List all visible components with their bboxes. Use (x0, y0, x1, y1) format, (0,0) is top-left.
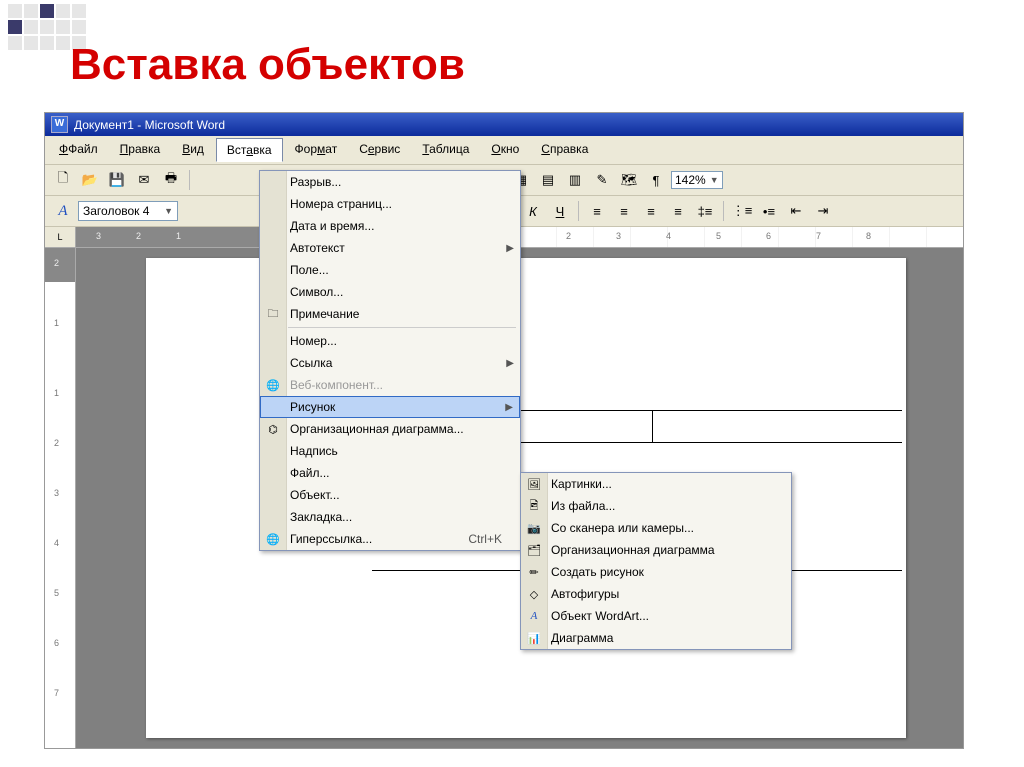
web-component-icon: 🌐 (264, 376, 282, 394)
italic-icon[interactable]: К (521, 199, 545, 223)
menu-item-symbol[interactable]: Символ... (260, 281, 520, 303)
save-icon[interactable]: 💾 (105, 168, 129, 192)
menu-item-object[interactable]: Объект... (260, 484, 520, 506)
menu-help[interactable]: Справка (531, 138, 598, 162)
excel-icon[interactable]: ▤ (536, 168, 560, 192)
menu-format[interactable]: Формат (285, 138, 348, 162)
menu-item-autotext[interactable]: Автотекст▶ (260, 237, 520, 259)
submenu-item-org-chart[interactable]: 🗂 Организационная диаграмма (521, 539, 791, 561)
menu-item-field[interactable]: Поле... (260, 259, 520, 281)
line-spacing-icon[interactable]: ‡≡ (693, 199, 717, 223)
org-chart-icon: 🗂 (525, 541, 543, 559)
columns-icon[interactable]: ▥ (563, 168, 587, 192)
org-chart-icon: ⌬ (264, 420, 282, 438)
decrease-indent-icon[interactable]: ⇤ (784, 199, 808, 223)
chevron-right-icon: ▶ (506, 243, 514, 254)
zoom-combo[interactable]: 142% ▼ (671, 171, 723, 189)
chevron-right-icon: ▶ (506, 358, 514, 369)
menu-service[interactable]: Сервис (349, 138, 410, 162)
menu-item-reference[interactable]: Ссылка▶ (260, 352, 520, 374)
window-title: Документ1 - Microsoft Word (74, 118, 225, 132)
menu-item-textbox[interactable]: Надпись (260, 440, 520, 462)
mail-icon[interactable]: ✉ (132, 168, 156, 192)
submenu-item-wordart[interactable]: A Объект WordArt... (521, 605, 791, 627)
menu-item-hyperlink[interactable]: 🌐 Гиперссылка... Ctrl+K (260, 528, 520, 550)
open-icon[interactable]: 📂 (78, 168, 102, 192)
chevron-down-icon: ▼ (710, 175, 719, 185)
menu-item-comment[interactable]: 🗀 Примечание (260, 303, 520, 325)
menu-view[interactable]: Вид (172, 138, 214, 162)
style-combo[interactable]: Заголовок 4 ▼ (78, 201, 178, 221)
chart-icon: 📊 (525, 629, 543, 647)
titlebar: W Документ1 - Microsoft Word (45, 113, 963, 136)
hyperlink-icon: 🌐 (264, 530, 282, 548)
clipart-icon: 🖼 (525, 475, 543, 493)
submenu-item-chart[interactable]: 📊 Диаграмма (521, 627, 791, 649)
menu-item-number[interactable]: Номер... (260, 330, 520, 352)
drawing-icon[interactable]: ✎ (590, 168, 614, 192)
submenu-item-clipart[interactable]: 🖼 Картинки... (521, 473, 791, 495)
styles-pane-icon[interactable]: A (51, 199, 75, 223)
submenu-item-autoshapes[interactable]: ◇ Автофигуры (521, 583, 791, 605)
insert-menu-dropdown: Разрыв... Номера страниц... Дата и время… (259, 170, 521, 551)
align-right-icon[interactable]: ≡ (639, 199, 663, 223)
submenu-item-new-drawing[interactable]: ✏ Создать рисунок (521, 561, 791, 583)
menu-insert[interactable]: Вставка (216, 138, 283, 162)
slide-title: Вставка объектов (70, 40, 465, 90)
vertical-ruler: 2 1 1 2 3 4 5 6 7 (45, 248, 76, 748)
wordart-icon: A (525, 607, 543, 625)
menu-item-bookmark[interactable]: Закладка... (260, 506, 520, 528)
print-icon[interactable]: 🖶 (159, 168, 183, 192)
menu-item-org-chart[interactable]: ⌬ Организационная диаграмма... (260, 418, 520, 440)
menu-table[interactable]: Таблица (412, 138, 479, 162)
chevron-down-icon: ▼ (164, 206, 173, 216)
menu-item-break[interactable]: Разрыв... (260, 171, 520, 193)
scanner-icon: 📷 (525, 519, 543, 537)
menu-item-web-component: 🌐 Веб-компонент... (260, 374, 520, 396)
menu-item-page-numbers[interactable]: Номера страниц... (260, 193, 520, 215)
increase-indent-icon[interactable]: ⇥ (811, 199, 835, 223)
underline-icon[interactable]: Ч (548, 199, 572, 223)
hyperlink-shortcut: Ctrl+K (468, 532, 502, 546)
from-file-icon: 🖻 (525, 497, 543, 515)
submenu-item-scanner[interactable]: 📷 Со сканера или камеры... (521, 517, 791, 539)
align-justify-icon[interactable]: ≡ (666, 199, 690, 223)
menu-item-file[interactable]: Файл... (260, 462, 520, 484)
chevron-right-icon: ▶ (505, 402, 513, 413)
menu-window[interactable]: Окно (481, 138, 529, 162)
style-value: Заголовок 4 (83, 204, 149, 218)
align-center-icon[interactable]: ≡ (612, 199, 636, 223)
word-app-icon: W (51, 116, 68, 133)
align-left-icon[interactable]: ≡ (585, 199, 609, 223)
zoom-value: 142% (675, 173, 706, 187)
ruler-corner: L (45, 227, 76, 247)
comment-icon: 🗀 (264, 305, 282, 323)
picture-submenu: 🖼 Картинки... 🖻 Из файла... 📷 Со сканера… (520, 472, 792, 650)
autoshapes-icon: ◇ (525, 585, 543, 603)
menubar: ФФайлdocument.currentScript.previousElem… (45, 136, 963, 165)
menu-file[interactable]: ФФайлdocument.currentScript.previousElem… (49, 138, 108, 162)
menu-edit[interactable]: Правка (110, 138, 171, 162)
menu-item-date-time[interactable]: Дата и время... (260, 215, 520, 237)
numbered-list-icon[interactable]: ⋮≡ (730, 199, 754, 223)
new-drawing-icon: ✏ (525, 563, 543, 581)
submenu-item-from-file[interactable]: 🖻 Из файла... (521, 495, 791, 517)
menu-item-picture[interactable]: Рисунок▶ (260, 396, 520, 418)
docmap-icon[interactable]: 🗺 (617, 168, 641, 192)
bullet-list-icon[interactable]: •≡ (757, 199, 781, 223)
new-doc-icon[interactable]: 🗋 (51, 168, 75, 192)
showhide-icon[interactable]: ¶ (644, 168, 668, 192)
